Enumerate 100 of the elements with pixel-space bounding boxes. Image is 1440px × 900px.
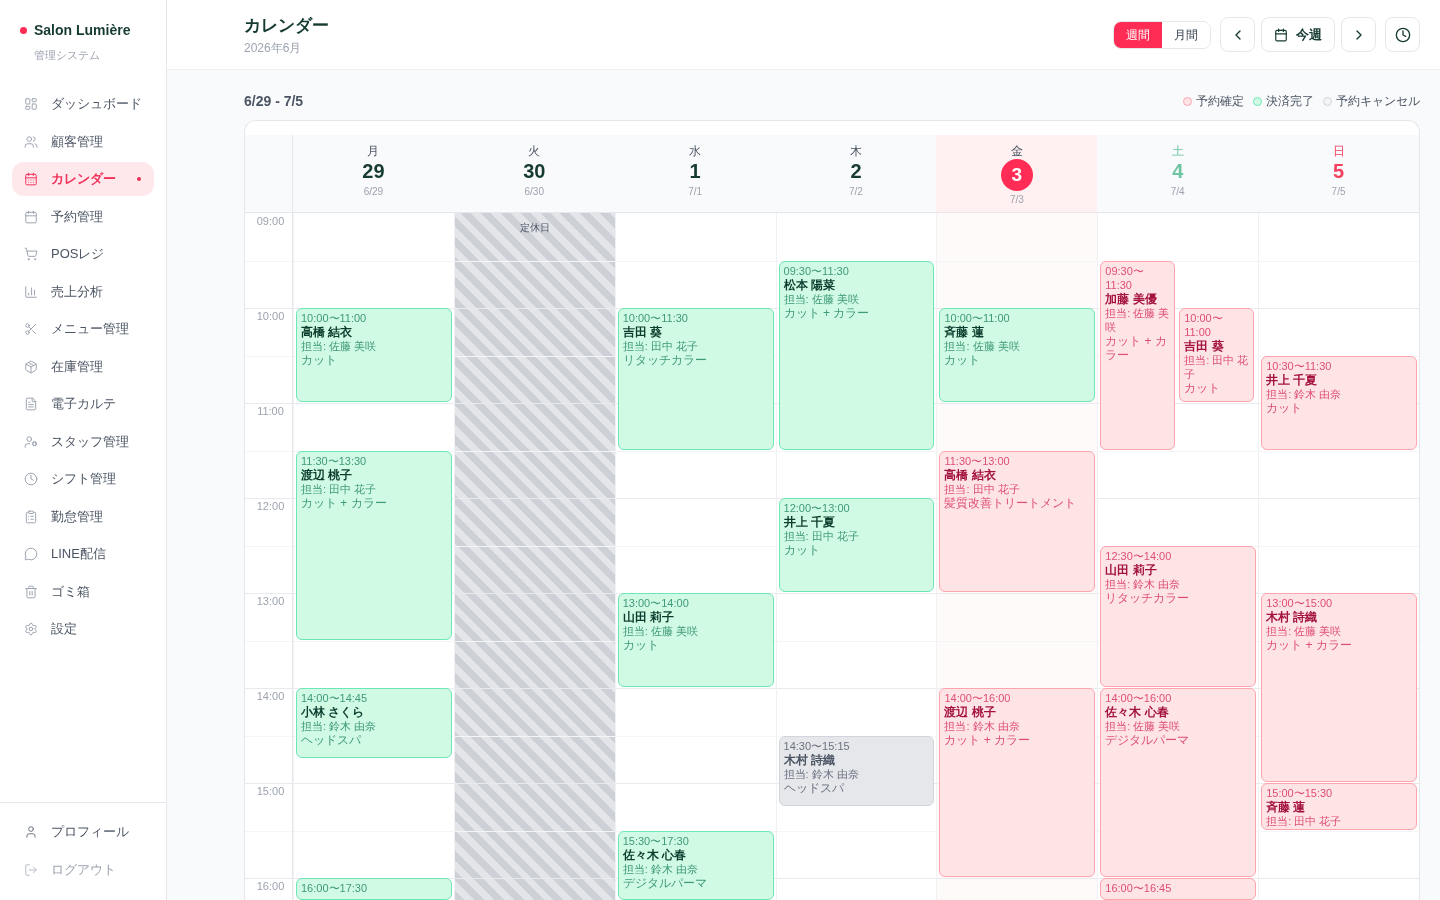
staff-name: 担当: 田中 花子 xyxy=(1184,353,1250,381)
appointment-card[interactable]: 11:30〜13:00 高橋 結衣 担当: 田中 花子 髪質改善トリートメント xyxy=(939,450,1096,592)
appointment-card[interactable]: 14:00〜14:45 小林 さくら 担当: 鈴木 由奈 ヘッドスパ xyxy=(296,688,452,759)
service-name: カット + カラー xyxy=(301,495,387,510)
staff-name: 担当: 田中 花子 xyxy=(944,481,1020,496)
appointment-time: 14:00〜16:00 xyxy=(944,691,1011,705)
hour-label: 16:00 xyxy=(256,879,285,893)
staff-name: 担当: 鈴木 由奈 xyxy=(1105,576,1181,591)
sidebar-item[interactable]: 勤怠管理 xyxy=(12,499,154,534)
appointment-card[interactable]: 15:30〜17:30 佐々木 心春 担当: 鈴木 由奈 デジタルパーマ xyxy=(617,830,774,900)
day-number: 1 xyxy=(689,159,701,183)
calendar-icon xyxy=(1274,27,1288,42)
sidebar-item[interactable]: ダッシュボード xyxy=(12,87,154,121)
page-title: カレンダー xyxy=(244,15,329,37)
date-label: 6/30 xyxy=(524,185,544,199)
clock-button[interactable] xyxy=(1385,17,1420,52)
sidebar-item[interactable]: LINE配信 xyxy=(12,537,154,571)
service-name: カット + カラー xyxy=(1105,333,1168,362)
user-icon xyxy=(24,825,38,839)
service-name: ヘッドスパ xyxy=(783,780,844,795)
sidebar-item[interactable]: 顧客管理 xyxy=(12,124,154,159)
appointment-time: 16:00〜16:45 xyxy=(1105,881,1172,895)
service-name: リタッチカラー xyxy=(622,353,707,367)
sidebar-item[interactable]: メニュー管理 xyxy=(12,312,154,346)
appointment-time: 09:30〜11:30 xyxy=(783,263,849,278)
clock-icon xyxy=(24,472,38,486)
service-name: カット xyxy=(301,353,337,367)
sidebar-item[interactable]: プロフィール xyxy=(12,815,154,849)
appointment-time: 12:30〜14:00 xyxy=(1105,548,1172,563)
sidebar-item[interactable]: スタッフ管理 xyxy=(12,424,154,459)
date-label: 7/3 xyxy=(1009,193,1024,207)
logout-icon xyxy=(24,863,38,877)
date-label: 7/2 xyxy=(849,185,863,199)
sidebar-item[interactable]: 在庫管理 xyxy=(12,349,154,384)
appointment-card[interactable]: 12:30〜14:00 山田 莉子 担当: 鈴木 由奈 リタッチカラー xyxy=(1100,545,1257,687)
legend-label: 予約キャンセル xyxy=(1336,93,1420,110)
staff-name: 担当: 佐藤 美咲 xyxy=(944,339,1020,353)
staff-name: 担当: 佐藤 美咲 xyxy=(622,624,698,638)
appointment-card[interactable]: 10:00〜11:30 吉田 葵 担当: 田中 花子 リタッチカラー xyxy=(617,308,774,450)
service-name: カット + カラー xyxy=(944,733,1031,747)
sidebar-item[interactable]: POSレジ xyxy=(12,237,154,271)
customer-name: 山田 莉子 xyxy=(1105,562,1157,577)
appointment-card[interactable]: 12:00〜13:00 井上 千夏 担当: 田中 花子 カット xyxy=(778,498,935,592)
next-button[interactable] xyxy=(1341,17,1376,52)
customer-name: 井上 千夏 xyxy=(783,515,835,529)
appointment-time: 14:00〜14:45 xyxy=(301,691,368,705)
sidebar-item[interactable]: ゴミ箱 xyxy=(12,574,154,609)
appointment-time: 14:00〜16:00 xyxy=(1105,691,1172,705)
appointment-time: 14:30〜15:15 xyxy=(783,738,850,753)
date-label: 7/1 xyxy=(688,185,703,199)
appointment-card[interactable]: 13:00〜15:00 木村 詩織 担当: 佐藤 美咲 カット + カラー xyxy=(1261,593,1417,782)
weekday-label: 水 xyxy=(689,143,702,159)
customer-name: 加藤 美優 xyxy=(1105,291,1157,306)
appointment-card[interactable]: 14:30〜15:15 木村 詩織 担当: 鈴木 由奈 ヘッドスパ xyxy=(778,735,935,806)
customer-name: 木村 詩織 xyxy=(783,752,835,767)
appointment-card[interactable]: 09:30〜11:30 加藤 美優 担当: 佐藤 美咲 カット + カラー xyxy=(1100,260,1176,450)
staff-name: 担当: 佐藤 美咲 xyxy=(783,291,859,306)
appointment-card[interactable]: 11:30〜13:30 渡辺 桃子 担当: 田中 花子 カット + カラー xyxy=(296,450,452,640)
customer-name: 松本 陽菜 xyxy=(783,277,835,292)
appointment-card[interactable]: 10:30〜11:30 井上 千夏 担当: 鈴木 由奈 カット xyxy=(1261,355,1417,450)
this-week-button[interactable]: 今週 xyxy=(1261,17,1335,52)
appointment-card[interactable]: 14:00〜16:00 渡辺 桃子 担当: 鈴木 由奈 カット + カラー xyxy=(939,688,1096,877)
appointment-time: 16:00〜17:30 xyxy=(301,881,368,895)
appointment-time: 10:00〜11:30 xyxy=(622,311,688,325)
customer-name: 山田 莉子 xyxy=(622,610,675,624)
appointment-card[interactable]: 13:00〜14:00 山田 莉子 担当: 佐藤 美咲 カット xyxy=(617,593,774,687)
appointment-time: 15:00〜15:30 xyxy=(1266,786,1333,800)
weekday-label: 木 xyxy=(850,143,862,159)
sidebar-item[interactable]: シフト管理 xyxy=(12,462,154,496)
clipboard-icon xyxy=(24,509,38,524)
appointment-card[interactable]: 14:00〜16:00 佐々木 心春 担当: 佐藤 美咲 デジタルパーマ xyxy=(1100,688,1257,877)
appointment-card[interactable]: 10:00〜11:00 斉藤 蓮 担当: 佐藤 美咲 カット xyxy=(939,308,1096,402)
appointment-time: 15:30〜17:30 xyxy=(622,833,689,848)
service-name: ヘッドスパ xyxy=(301,733,361,747)
customer-name: 高橋 結衣 xyxy=(944,467,996,482)
customer-name: 吉田 葵 xyxy=(1184,339,1224,353)
customer-name: 佐々木 心春 xyxy=(622,847,687,862)
legend-label: 予約確定 xyxy=(1196,93,1244,110)
sidebar-item[interactable]: 設定 xyxy=(12,612,154,646)
view-tab[interactable]: 週間 xyxy=(1114,21,1162,48)
previous-button[interactable] xyxy=(1220,17,1255,52)
date-label: 7/5 xyxy=(1331,185,1346,199)
service-name: カット xyxy=(1184,381,1221,395)
settings-icon xyxy=(24,622,38,636)
sidebar-item[interactable]: 予約管理 xyxy=(12,199,154,234)
staff-name: 担当: 田中 花子 xyxy=(301,481,377,496)
appointment-card[interactable]: 09:30〜11:30 松本 陽菜 担当: 佐藤 美咲 カット + カラー xyxy=(778,260,935,450)
weekday-label: 月 xyxy=(367,143,380,159)
staff-name: 担当: 佐藤 美咲 xyxy=(1105,305,1171,334)
day-number: 2 xyxy=(850,159,862,183)
sidebar-item[interactable]: 売上分析 xyxy=(12,274,154,309)
appointment-time: 13:00〜15:00 xyxy=(1266,596,1333,610)
appointment-card[interactable]: 10:00〜11:00 吉田 葵 担当: 田中 花子 カット xyxy=(1179,308,1255,402)
service-name: リタッチカラー xyxy=(1105,590,1190,605)
closed-day-label: 定休日 xyxy=(519,221,550,235)
sidebar-item[interactable]: 電子カルテ xyxy=(12,387,154,421)
appointment-card[interactable]: 15:00〜15:30 斉藤 蓮 担当: 田中 花子 xyxy=(1261,783,1417,830)
appointment-card[interactable]: 10:00〜11:00 高橋 結衣 担当: 佐藤 美咲 カット xyxy=(296,308,452,402)
hour-label: 12:00 xyxy=(256,499,285,513)
service-name: カット xyxy=(783,543,820,557)
